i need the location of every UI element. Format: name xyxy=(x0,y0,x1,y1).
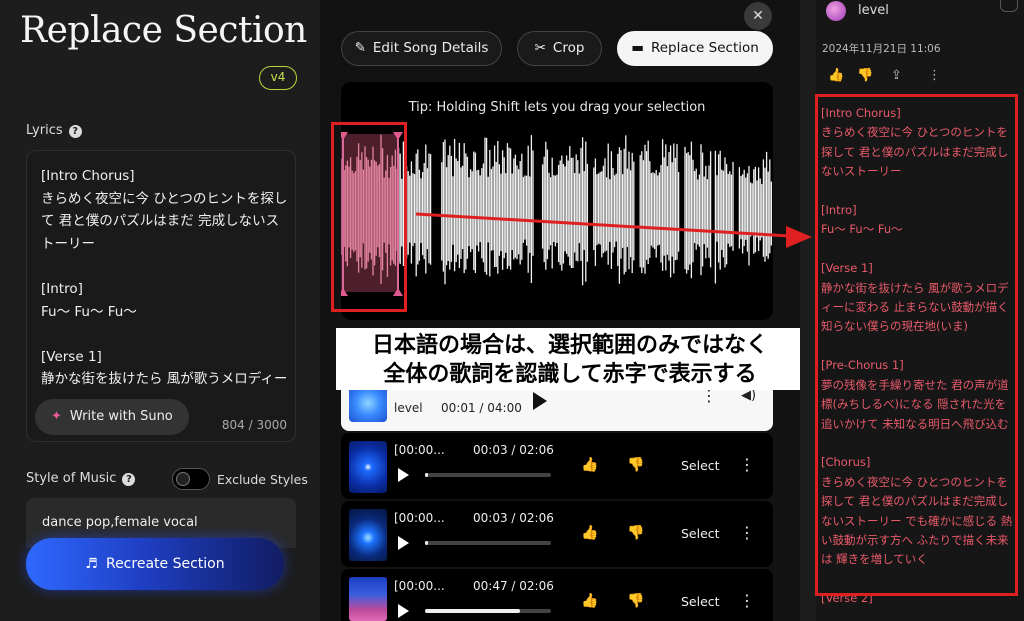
song-time: 00:01 / 04:00 xyxy=(441,401,522,415)
thumbs-down-icon[interactable]: 👎 xyxy=(627,593,644,609)
select-button[interactable]: Select xyxy=(681,594,720,609)
edit-song-details-button[interactable]: ✎ Edit Song Details xyxy=(341,31,502,66)
thumbs-up-icon[interactable]: 👍 xyxy=(581,525,598,541)
lyrics-label-text: Lyrics xyxy=(26,123,63,138)
volume-icon[interactable]: ◀) xyxy=(741,388,756,403)
clip-progress[interactable] xyxy=(425,473,551,477)
creation-date: 2024年11月21日 11:06 xyxy=(822,43,941,55)
help-icon[interactable]: ? xyxy=(68,125,82,138)
page-title: Replace Section xyxy=(20,10,307,51)
clip-progress-fill xyxy=(425,473,428,477)
clip-time: 00:47 / 02:06 xyxy=(473,579,554,593)
username[interactable]: level xyxy=(858,3,889,18)
more-options-icon[interactable]: ⋮ xyxy=(928,68,941,83)
edit-icon: ✎ xyxy=(354,40,366,56)
clip-thumbnail xyxy=(349,441,387,493)
write-with-suno-button[interactable]: ✦ Write with Suno xyxy=(35,399,189,435)
more-options-icon[interactable]: ⋮ xyxy=(739,455,755,474)
clip-name: [00:00... xyxy=(394,511,445,525)
lyrics-label: Lyrics? xyxy=(26,123,82,138)
annotation-text: 日本語の場合は、選択範囲のみではなく 全体の歌詞を認識して赤字で表示する xyxy=(371,333,768,387)
left-panel: Replace Section v4 Lyrics? [Intro Chorus… xyxy=(0,0,320,621)
clip-time: 00:03 / 02:06 xyxy=(473,443,554,457)
clip-row[interactable]: [00:00... 00:47 / 02:06 👍 👎 Select ⋮ xyxy=(341,569,773,621)
thumbs-up-icon[interactable]: 👍 xyxy=(581,457,598,473)
recreate-section-label: Recreate Section xyxy=(105,556,225,572)
avatar[interactable] xyxy=(826,1,846,21)
thumbs-down-icon[interactable]: 👎 xyxy=(627,457,644,473)
clip-progress-fill xyxy=(425,609,520,613)
model-version-badge[interactable]: v4 xyxy=(259,66,297,90)
clip-progress[interactable] xyxy=(425,541,551,545)
close-button[interactable]: ✕ xyxy=(744,2,772,30)
clip-row[interactable]: [00:00... 00:03 / 02:06 👍 👎 Select ⋮ xyxy=(341,501,773,567)
clip-progress-fill xyxy=(425,541,428,545)
lyrics-highlight-box xyxy=(815,94,1018,596)
clip-thumbnail xyxy=(349,509,387,561)
select-button[interactable]: Select xyxy=(681,526,720,541)
recreate-section-button[interactable]: ♬ Recreate Section xyxy=(26,538,284,590)
thumbs-down-icon[interactable]: 👎 xyxy=(627,525,644,541)
style-input-value[interactable]: dance pop,female vocal xyxy=(42,515,198,530)
exclude-styles-label: Exclude Styles xyxy=(217,472,308,487)
more-options-icon[interactable]: ⋮ xyxy=(739,523,755,542)
select-button[interactable]: Select xyxy=(681,458,720,473)
clip-row[interactable]: [00:00... 00:03 / 02:06 👍 👎 Select ⋮ xyxy=(341,433,773,499)
play-icon[interactable] xyxy=(533,392,547,410)
thumbs-up-icon[interactable]: 👍 xyxy=(581,593,598,609)
play-icon[interactable] xyxy=(398,604,409,618)
replace-section-label: Replace Section xyxy=(650,40,759,56)
style-of-music-label-text: Style of Music xyxy=(26,471,117,486)
scroll-indicator[interactable] xyxy=(1000,0,1018,12)
edit-song-details-label: Edit Song Details xyxy=(372,40,489,56)
replace-icon: ▬ xyxy=(631,40,644,56)
clip-name: [00:00... xyxy=(394,579,445,593)
more-options-icon[interactable]: ⋮ xyxy=(739,591,755,610)
thumbs-down-icon[interactable]: 👎 xyxy=(857,68,873,83)
song-title: level xyxy=(394,401,423,415)
exclude-styles-toggle[interactable] xyxy=(172,468,210,490)
character-count: 804 / 3000 xyxy=(221,418,287,432)
lyrics-textarea[interactable]: [Intro Chorus] きらめく夜空に今 ひとつのヒントを探して 君と僕の… xyxy=(41,165,289,385)
crop-label: Crop xyxy=(552,40,585,56)
crop-button[interactable]: ✂ Crop xyxy=(517,31,602,66)
music-note-icon: ♬ xyxy=(85,556,98,572)
clip-time: 00:03 / 02:06 xyxy=(473,511,554,525)
toggle-knob xyxy=(176,472,190,486)
annotation-callout: 日本語の場合は、選択範囲のみではなく 全体の歌詞を認識して赤字で表示する xyxy=(336,328,804,390)
style-of-music-label: Style of Music? xyxy=(26,471,136,486)
help-icon[interactable]: ? xyxy=(122,473,136,486)
clip-progress[interactable] xyxy=(425,609,551,613)
sparkle-icon: ✦ xyxy=(51,409,62,424)
clip-thumbnail xyxy=(349,577,387,621)
lyrics-editor[interactable]: [Intro Chorus] きらめく夜空に今 ひとつのヒントを探して 君と僕の… xyxy=(26,150,296,442)
replace-section-button[interactable]: ▬ Replace Section xyxy=(617,31,773,66)
share-icon[interactable]: ⇪ xyxy=(891,68,902,83)
play-icon[interactable] xyxy=(398,536,409,550)
play-icon[interactable] xyxy=(398,468,409,482)
write-with-suno-label: Write with Suno xyxy=(69,409,173,424)
scissors-icon: ✂ xyxy=(534,40,546,56)
clip-name: [00:00... xyxy=(394,443,445,457)
thumbs-up-icon[interactable]: 👍 xyxy=(828,68,844,83)
selection-highlight-box xyxy=(331,122,407,312)
